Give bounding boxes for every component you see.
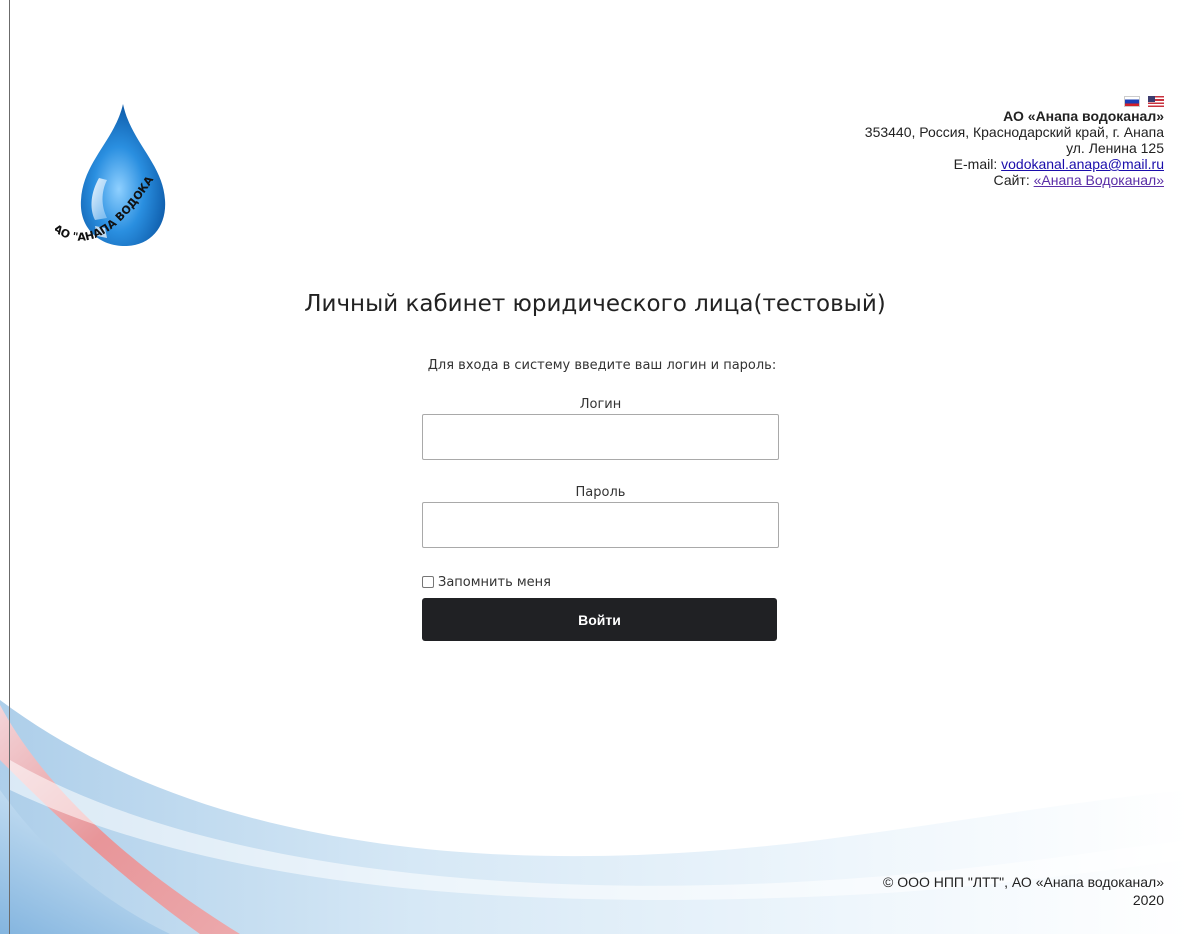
site-link[interactable]: «Анапа Водоканал» [1034, 172, 1164, 188]
password-group: Пароль [422, 484, 779, 548]
footer-copyright: © ООО НПП "ЛТТ", АО «Анапа водоканал» [882, 874, 1164, 890]
email-label: E-mail: [953, 156, 1002, 172]
remember-me-row: Запомнить меня [422, 574, 779, 590]
email-row: E-mail: vodokanal.anapa@mail.ru [865, 156, 1164, 172]
login-instructions: Для входа в систему введите ваш логин и … [427, 358, 777, 373]
water-drop-logo-icon: АО "АНАПА ВОДОКАНАЛ" [55, 100, 168, 260]
site-label: Сайт: [993, 172, 1034, 188]
company-name: АО «Анапа водоканал» [1003, 108, 1164, 124]
address-line-1: 353440, Россия, Краснодарский край, г. А… [864, 124, 1164, 140]
login-submit-button[interactable]: Войти [422, 598, 777, 641]
address-line-2: ул. Ленина 125 [1066, 140, 1164, 156]
password-input[interactable] [422, 502, 779, 548]
language-switcher [865, 94, 1164, 108]
header-contact-info: АО «Анапа водоканал» 353440, Россия, Кра… [865, 94, 1164, 188]
site-row: Сайт: «Анапа Водоканал» [865, 172, 1164, 188]
login-form: Логин Пароль Запомнить меня Войти [422, 396, 779, 641]
password-label: Пароль [575, 485, 626, 500]
login-input[interactable] [422, 414, 779, 460]
flag-us-icon[interactable] [1148, 96, 1164, 107]
page-title: Личный кабинет юридического лица(тестовы… [304, 291, 886, 317]
page-left-border [9, 0, 10, 934]
footer-year: 2020 [1132, 892, 1164, 908]
remember-me-checkbox[interactable] [422, 576, 434, 588]
footer: © ООО НПП "ЛТТ", АО «Анапа водоканал» 20… [883, 873, 1164, 909]
login-label: Логин [579, 397, 622, 412]
email-link[interactable]: vodokanal.anapa@mail.ru [1001, 156, 1164, 172]
flag-ru-icon[interactable] [1124, 96, 1140, 107]
login-page: АО "АНАПА ВОДОКАНАЛ" АО «Анапа водоканал… [0, 0, 1190, 934]
remember-me-label[interactable]: Запомнить меня [438, 575, 551, 590]
